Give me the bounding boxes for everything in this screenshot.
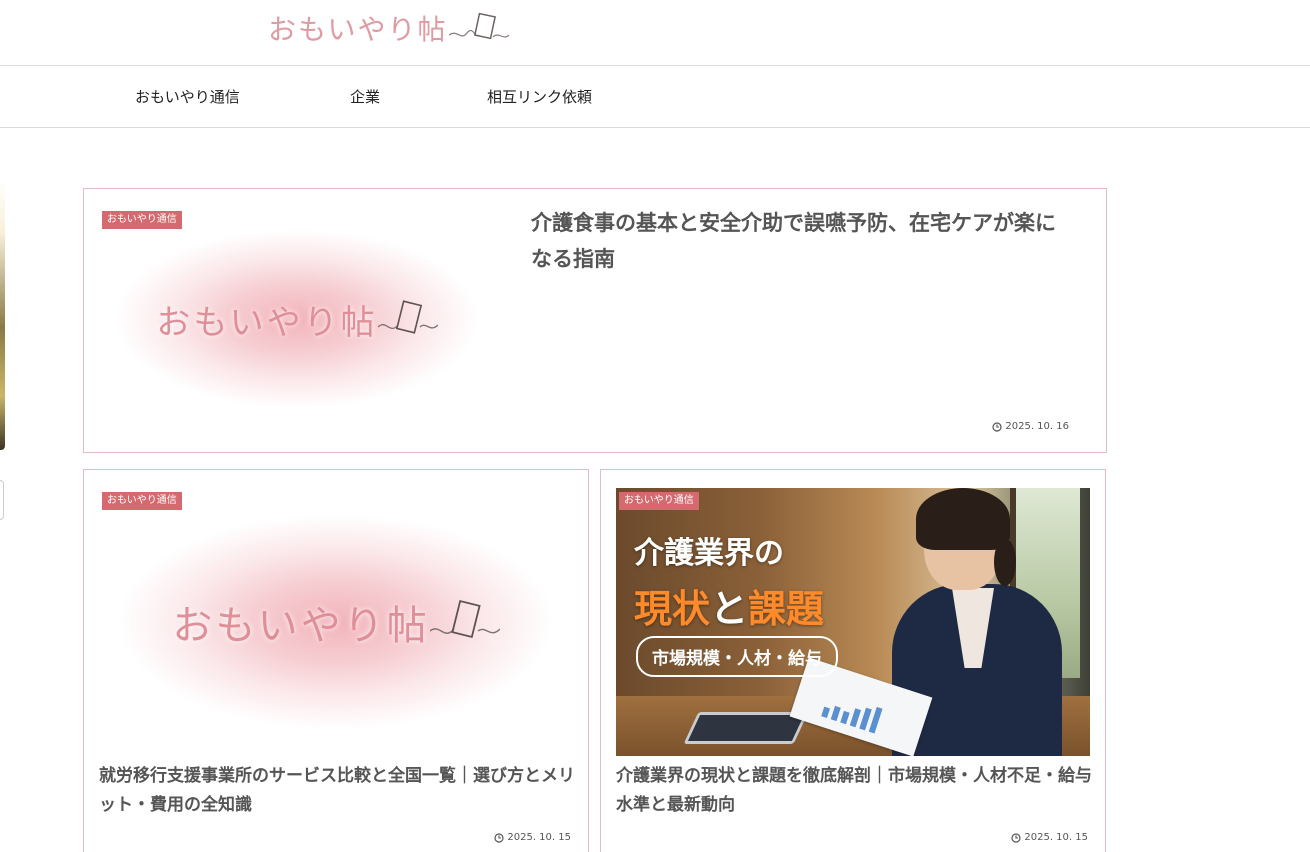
photo-tablet <box>683 712 809 744</box>
thumbnail-headline-line1: 介護業界の <box>634 536 784 571</box>
post-date: 2025. 10. 15 <box>494 832 571 843</box>
book-icon <box>377 300 438 334</box>
global-nav: おもいやり通信 企業 相互リンク依頼 <box>0 67 1310 128</box>
category-badge[interactable]: おもいやり通信 <box>619 492 699 510</box>
post-title[interactable]: 介護業界の現状と課題を徹底解剖｜市場規模・人材不足・給与水準と最新動向 <box>616 762 1094 820</box>
category-badge[interactable]: おもいやり通信 <box>102 492 182 510</box>
thumbnail-logo-text: おもいやり帖 <box>156 302 378 343</box>
site-header: おもいやり帖 <box>0 0 1310 66</box>
post-date: 2025. 10. 15 <box>1011 832 1088 843</box>
thumbnail-pill: 市場規模・人材・給与 <box>636 636 838 677</box>
site-logo[interactable]: おもいやり帖 <box>268 8 510 48</box>
post-card[interactable]: おもいやり帖 おもいやり通信 就労移行支援事業所のサービス比較と全国一覧｜選び方… <box>83 469 589 852</box>
clock-icon <box>494 832 504 843</box>
post-date-text: 2025. 10. 15 <box>1024 832 1088 843</box>
thumbnail-logo-text: おもいやり帖 <box>172 603 430 649</box>
book-icon <box>449 12 510 40</box>
post-thumbnail[interactable]: 介護業界の 現状と課題 市場規模・人材・給与 おもいやり通信 <box>616 488 1090 756</box>
slider-edge-control[interactable] <box>0 480 4 520</box>
post-card-featured[interactable]: おもいやり帖 おもいやり通信 介護食事の基本と安全介助で誤嚥予防、在宅ケアが楽に… <box>83 188 1107 453</box>
nav-item-omoiyari-tsushin[interactable]: おもいやり通信 <box>135 86 240 107</box>
post-card[interactable]: 介護業界の 現状と課題 市場規模・人材・給与 おもいやり通信 介護業界の現状と課… <box>600 469 1106 852</box>
post-thumbnail[interactable]: おもいやり帖 おもいやり通信 <box>99 207 495 431</box>
nav-item-company[interactable]: 企業 <box>350 86 380 107</box>
slider-edge-image[interactable] <box>0 178 5 450</box>
category-badge[interactable]: おもいやり通信 <box>102 211 182 229</box>
post-title[interactable]: 介護食事の基本と安全介助で誤嚥予防、在宅ケアが楽になる指南 <box>531 205 1071 277</box>
thumbnail-headline-line2: 現状と課題 <box>634 587 825 631</box>
post-date-text: 2025. 10. 15 <box>507 832 571 843</box>
post-date: 2025. 10. 16 <box>992 421 1069 432</box>
book-icon <box>429 599 500 639</box>
clock-icon <box>1011 832 1021 843</box>
post-title[interactable]: 就労移行支援事業所のサービス比較と全国一覧｜選び方とメリット・費用の全知識 <box>99 762 577 820</box>
clock-icon <box>992 421 1002 432</box>
nav-item-link-request[interactable]: 相互リンク依頼 <box>487 86 592 107</box>
post-date-text: 2025. 10. 16 <box>1005 421 1069 432</box>
site-logo-text: おもいやり帖 <box>268 13 448 46</box>
post-thumbnail[interactable]: おもいやり帖 おもいやり通信 <box>99 488 573 756</box>
